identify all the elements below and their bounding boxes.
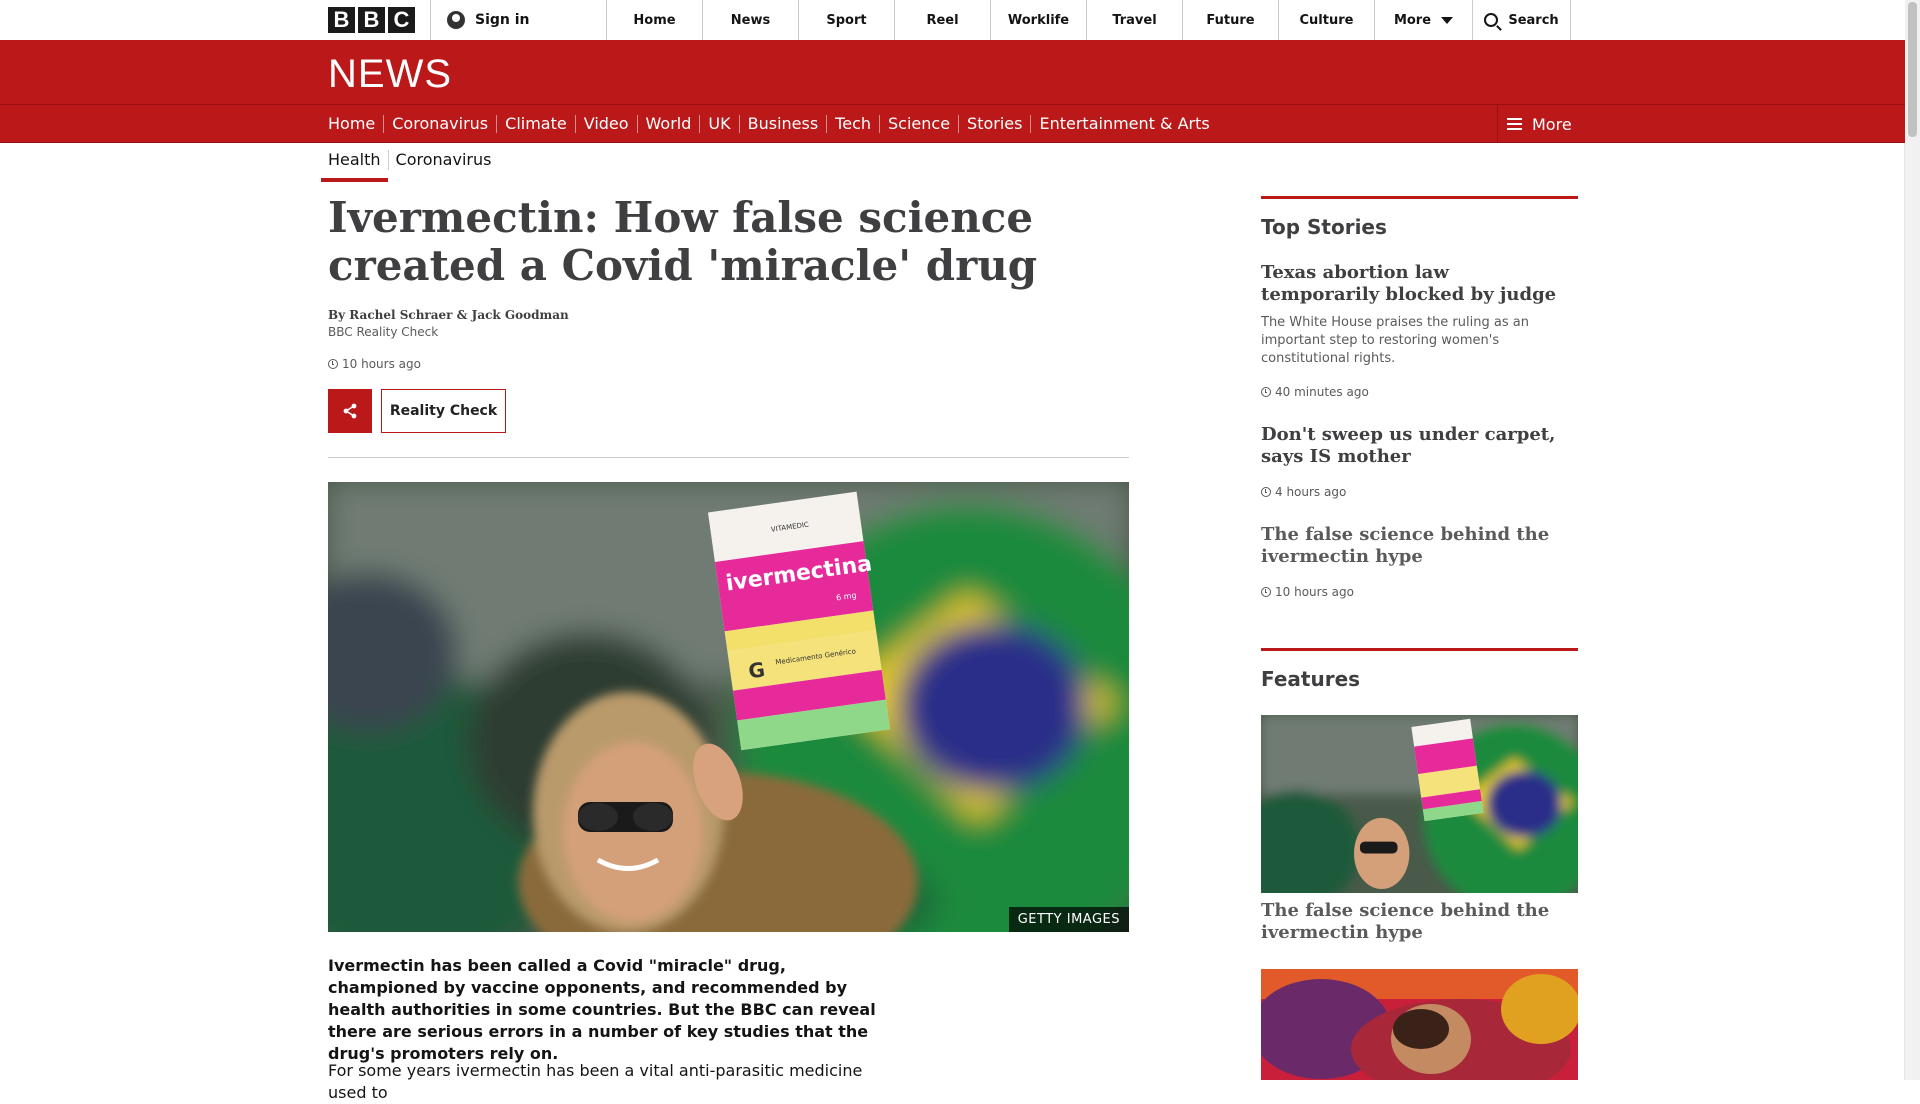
global-nav-reel[interactable]: Reel xyxy=(894,0,990,40)
section-science[interactable]: Science xyxy=(880,115,960,133)
article-headline: Ivermectin: How false science created a … xyxy=(328,193,1038,290)
article-intro: Ivermectin has been called a Covid "mira… xyxy=(328,956,876,1063)
clock-icon xyxy=(1261,587,1271,597)
caret-down-icon xyxy=(1441,16,1454,24)
bbc-logo[interactable]: B B C xyxy=(328,7,415,33)
clock-icon xyxy=(328,359,338,369)
features-rule xyxy=(1261,648,1578,651)
section-world[interactable]: World xyxy=(638,115,701,133)
global-nav-worklife[interactable]: Worklife xyxy=(990,0,1086,40)
topic-tag-button[interactable]: Reality Check xyxy=(381,389,506,433)
clock-icon xyxy=(1261,487,1271,497)
feature-thumbnail[interactable] xyxy=(1261,715,1578,893)
global-nav-culture[interactable]: Culture xyxy=(1278,0,1374,40)
global-search-label: Search xyxy=(1508,12,1559,28)
feature-thumbnail-illustration xyxy=(1261,969,1578,1080)
hamburger-menu-icon xyxy=(1507,118,1522,130)
feature-title[interactable]: The false science behind the ivermectin … xyxy=(1261,900,1571,944)
account-icon xyxy=(447,11,465,29)
article-paragraph: For some years ivermectin has been a vit… xyxy=(328,1061,863,1102)
secondary-nav: Health Coronavirus xyxy=(321,150,499,182)
top-story-title[interactable]: Texas abortion law temporarily blocked b… xyxy=(1261,262,1571,306)
global-nav-travel[interactable]: Travel xyxy=(1086,0,1182,40)
bbc-global-navbar: B B C Sign in Home News Sport Reel Workl… xyxy=(0,0,1905,41)
top-story-time: 10 hours ago xyxy=(1261,585,1354,599)
top-story-time-text: 40 minutes ago xyxy=(1275,385,1369,399)
subnav-tab-coronavirus[interactable]: Coronavirus xyxy=(389,150,499,170)
hero-photo-illustration: VITAMEDIC ivermectina 6 mg G Medicamento… xyxy=(328,482,1129,932)
top-story-time-text: 4 hours ago xyxy=(1275,485,1347,499)
global-nav-home[interactable]: Home xyxy=(606,0,702,40)
top-story-time-text: 10 hours ago xyxy=(1275,585,1354,599)
global-nav-sport[interactable]: Sport xyxy=(798,0,894,40)
section-video[interactable]: Video xyxy=(576,115,638,133)
sign-in-link[interactable]: Sign in xyxy=(430,0,605,40)
scrollbar-thumb[interactable] xyxy=(1908,2,1917,137)
share-button[interactable] xyxy=(328,389,372,433)
page-scrollbar[interactable] xyxy=(1904,0,1920,1080)
feature-thumbnail[interactable] xyxy=(1261,969,1578,1080)
article-byline: By Rachel Schraer & Jack Goodman xyxy=(328,308,569,322)
news-logo[interactable]: NEWS xyxy=(328,52,452,97)
global-search-button[interactable]: Search xyxy=(1472,0,1571,40)
bbc-logo-letter-1: B xyxy=(328,7,355,33)
bbc-global-nav-links: Home News Sport Reel Worklife Travel Fut… xyxy=(606,0,1571,40)
section-coronavirus[interactable]: Coronavirus xyxy=(384,115,498,133)
bbc-logo-letter-2: B xyxy=(358,7,385,33)
global-nav-future[interactable]: Future xyxy=(1182,0,1278,40)
global-nav-more-button[interactable]: More xyxy=(1374,0,1472,40)
section-stories[interactable]: Stories xyxy=(959,115,1032,133)
section-more-label: More xyxy=(1532,114,1572,134)
global-nav-more-label: More xyxy=(1393,12,1432,28)
section-more-button[interactable]: More xyxy=(1497,105,1572,143)
bbc-logo-letter-3: C xyxy=(388,7,415,33)
section-tech[interactable]: Tech xyxy=(827,115,881,133)
share-icon xyxy=(343,403,357,419)
section-climate[interactable]: Climate xyxy=(497,115,576,133)
article-timestamp: 10 hours ago xyxy=(328,357,421,371)
sign-in-label: Sign in xyxy=(475,12,530,28)
top-stories-heading: Top Stories xyxy=(1261,215,1387,239)
box-generic-letter: G xyxy=(747,657,767,683)
article-timestamp-text: 10 hours ago xyxy=(342,357,421,371)
article-byline-role: BBC Reality Check xyxy=(328,325,439,339)
section-business[interactable]: Business xyxy=(740,115,828,133)
subnav-tab-health[interactable]: Health xyxy=(321,150,389,182)
features-heading: Features xyxy=(1261,667,1361,691)
section-home[interactable]: Home xyxy=(328,115,385,133)
search-icon xyxy=(1484,13,1499,27)
section-entertainment-arts[interactable]: Entertainment & Arts xyxy=(1031,115,1217,133)
section-uk[interactable]: UK xyxy=(700,115,740,133)
top-story-time: 4 hours ago xyxy=(1261,485,1346,499)
top-story-summary: The White House praises the ruling as an… xyxy=(1261,315,1529,366)
top-story-title[interactable]: Don't sweep us under carpet, says IS mot… xyxy=(1261,424,1571,468)
top-story-title[interactable]: The false science behind the ivermectin … xyxy=(1261,524,1571,568)
global-nav-news[interactable]: News xyxy=(702,0,798,40)
top-story-time: 40 minutes ago xyxy=(1261,385,1369,399)
news-section-nav: Home Coronavirus Climate Video World UK … xyxy=(0,104,1905,143)
clock-icon xyxy=(1261,387,1271,397)
feature-thumbnail-illustration xyxy=(1261,715,1578,893)
news-masthead: NEWS xyxy=(0,40,1905,104)
top-stories-rule xyxy=(1261,196,1578,199)
image-credit: GETTY IMAGES xyxy=(1008,907,1129,932)
news-section-links: Home Coronavirus Climate Video World UK … xyxy=(328,105,1218,143)
article-divider xyxy=(328,457,1129,458)
article-hero-image: VITAMEDIC ivermectina 6 mg G Medicamento… xyxy=(328,482,1129,932)
